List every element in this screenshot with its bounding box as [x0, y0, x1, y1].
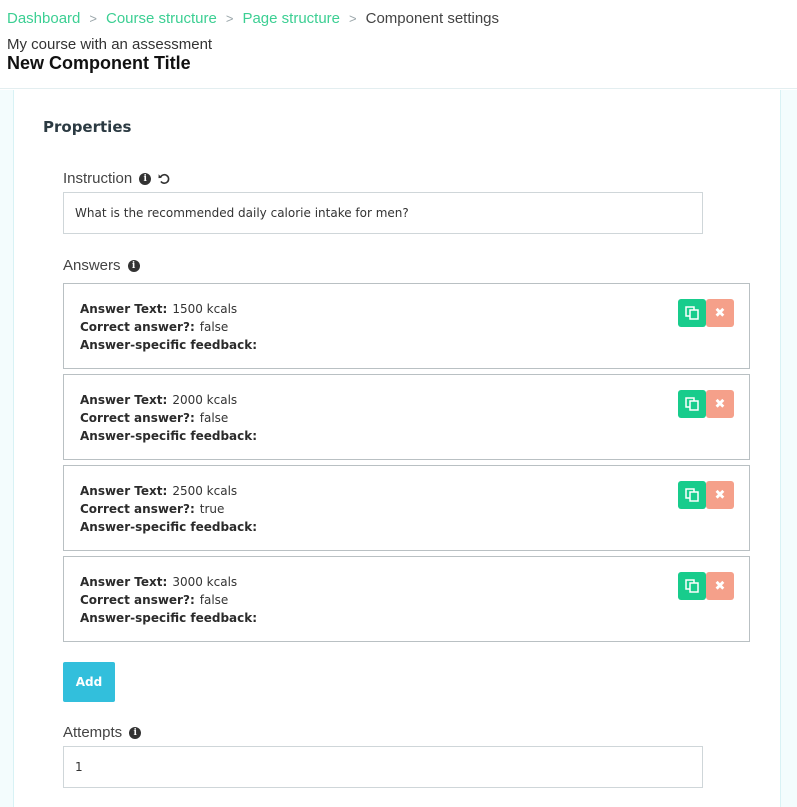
info-icon[interactable]: i	[139, 172, 152, 185]
breadcrumb: Dashboard > Course structure > Page stru…	[7, 10, 499, 27]
correct-answer-label: Correct answer?:	[80, 411, 195, 425]
breadcrumb-dashboard[interactable]: Dashboard	[7, 10, 80, 27]
properties-panel: Properties Instruction i What is the rec…	[13, 90, 781, 807]
breadcrumb-separator: >	[89, 11, 97, 26]
close-icon: ✖	[714, 396, 726, 412]
correct-answer-label: Correct answer?:	[80, 593, 195, 607]
answer-details: Answer Text: 3000 kcals Correct answer?: f…	[80, 573, 262, 627]
answer-details: Answer Text: 2500 kcals Correct answer?: t…	[80, 482, 262, 536]
attempts-label: Attempts i	[63, 724, 142, 741]
answer-details: Answer Text: 1500 kcals Correct answer?: f…	[80, 300, 262, 354]
copy-icon	[685, 579, 699, 593]
add-answer-button[interactable]: Add	[63, 662, 115, 702]
copy-icon	[685, 397, 699, 411]
attempts-label-text: Attempts	[63, 724, 123, 741]
answers-label-text: Answers	[63, 257, 121, 274]
attempts-input[interactable]: 1	[63, 746, 703, 788]
answer-details: Answer Text: 2000 kcals Correct answer?: f…	[80, 391, 262, 445]
instruction-label: Instruction i	[63, 170, 171, 187]
answer-item-4: Answer Text: 3000 kcals Correct answer?: f…	[63, 556, 750, 642]
answer-text-label: Answer Text:	[80, 575, 168, 589]
answers-label: Answers i	[63, 257, 140, 274]
correct-answer-value: false	[199, 411, 229, 425]
delete-answer-button[interactable]: ✖	[706, 299, 734, 327]
info-icon[interactable]: i	[127, 259, 140, 272]
breadcrumb-page-structure[interactable]: Page structure	[242, 10, 340, 27]
correct-answer-value: false	[199, 320, 229, 334]
copy-icon	[685, 306, 699, 320]
instruction-label-text: Instruction	[63, 170, 133, 187]
answer-text-label: Answer Text:	[80, 484, 168, 498]
answer-text-label: Answer Text:	[80, 302, 168, 316]
close-icon: ✖	[714, 305, 726, 321]
answer-item-3: Answer Text: 2500 kcals Correct answer?: t…	[63, 465, 750, 551]
answer-text-value: 3000 kcals	[172, 575, 238, 589]
feedback-label: Answer-specific feedback:	[80, 338, 258, 352]
duplicate-answer-button[interactable]	[678, 390, 706, 418]
answer-item-2: Answer Text: 2000 kcals Correct answer?: f…	[63, 374, 750, 460]
correct-answer-value: false	[199, 593, 229, 607]
delete-answer-button[interactable]: ✖	[706, 481, 734, 509]
feedback-label: Answer-specific feedback:	[80, 520, 258, 534]
answer-text-value: 2000 kcals	[172, 393, 238, 407]
close-icon: ✖	[714, 487, 726, 503]
feedback-label: Answer-specific feedback:	[80, 429, 258, 443]
answer-text-value: 1500 kcals	[172, 302, 238, 316]
close-icon: ✖	[714, 578, 726, 594]
correct-answer-label: Correct answer?:	[80, 320, 195, 334]
answer-item-1: Answer Text: 1500 kcals Correct answer?: f…	[63, 283, 750, 369]
duplicate-answer-button[interactable]	[678, 572, 706, 600]
properties-heading: Properties	[43, 118, 132, 136]
page-header: Dashboard > Course structure > Page stru…	[0, 0, 797, 89]
correct-answer-value: true	[199, 502, 225, 516]
answer-text-label: Answer Text:	[80, 393, 168, 407]
feedback-label: Answer-specific feedback:	[80, 611, 258, 625]
answer-text-value: 2500 kcals	[172, 484, 238, 498]
delete-answer-button[interactable]: ✖	[706, 390, 734, 418]
page-title: New Component Title	[7, 53, 191, 73]
breadcrumb-separator: >	[349, 11, 357, 26]
instruction-input[interactable]: What is the recommended daily calorie in…	[63, 192, 703, 234]
breadcrumb-separator: >	[225, 11, 234, 26]
breadcrumb-current: Component settings	[365, 10, 500, 27]
copy-icon	[685, 488, 699, 502]
breadcrumb-course-structure[interactable]: Course structure	[106, 10, 217, 27]
correct-answer-label: Correct answer?:	[80, 502, 195, 516]
undo-icon[interactable]	[158, 172, 171, 185]
duplicate-answer-button[interactable]	[678, 481, 706, 509]
delete-answer-button[interactable]: ✖	[706, 572, 734, 600]
info-icon[interactable]: i	[129, 726, 142, 739]
course-name: My course with an assessment	[7, 36, 213, 53]
duplicate-answer-button[interactable]	[678, 299, 706, 327]
